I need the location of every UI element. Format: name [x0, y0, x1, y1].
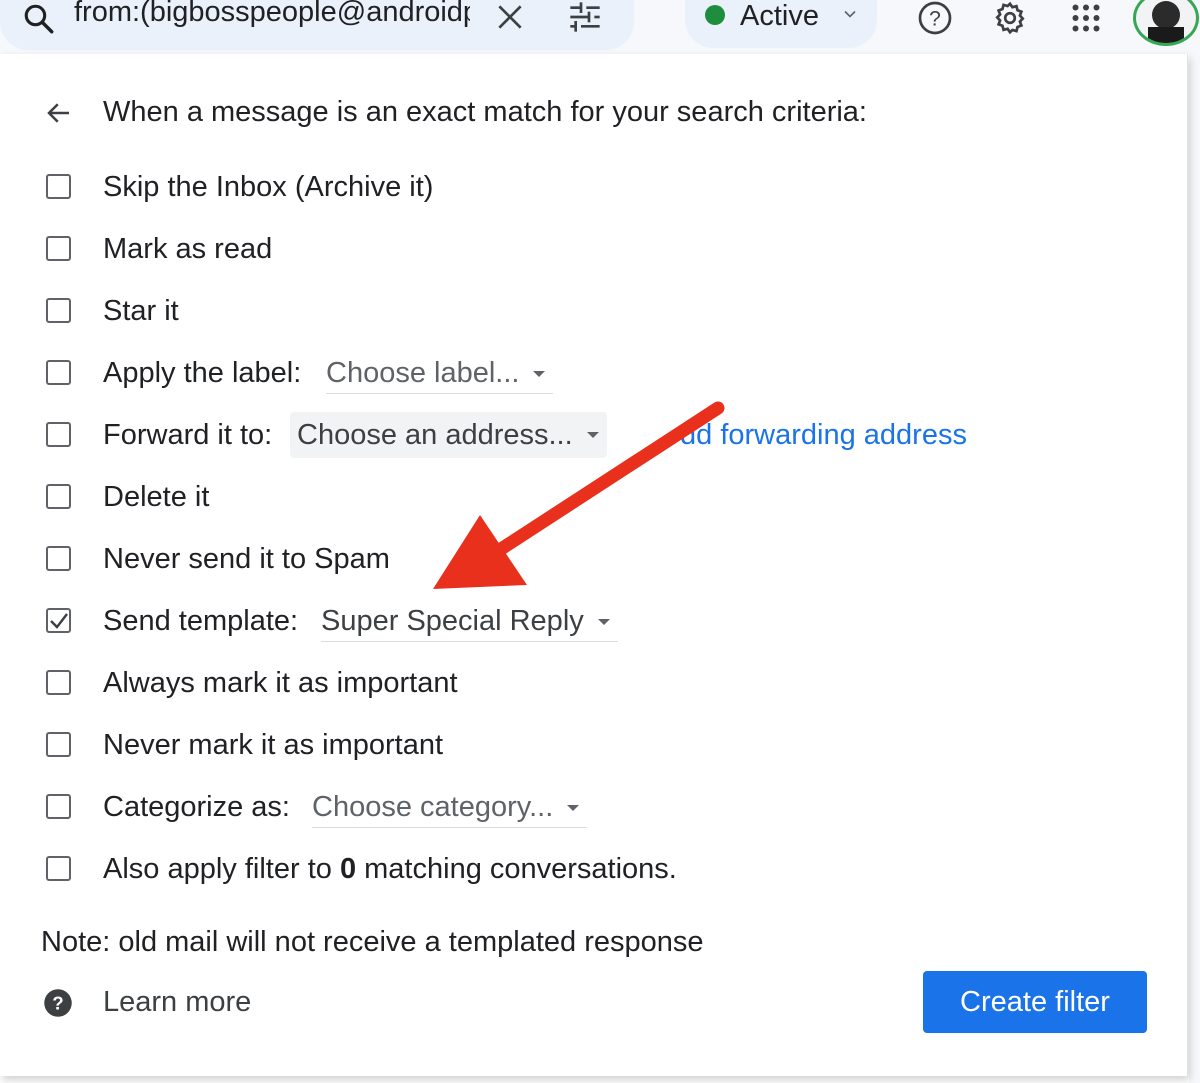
option-mark-as-read: Mark as read	[44, 230, 1044, 270]
help-filled-icon: ?	[44, 989, 72, 1017]
option-label: Star it	[103, 295, 179, 327]
learn-more-link[interactable]: Learn more	[103, 983, 251, 1021]
status-label: Active	[740, 0, 819, 32]
category-dropdown[interactable]: Choose category...	[312, 788, 588, 828]
background-sidebar-edge	[1189, 54, 1200, 1083]
option-categorize: Categorize as: Choose category...	[44, 788, 1044, 828]
forward-address-dropdown[interactable]: Choose an address...	[290, 412, 607, 458]
status-selector[interactable]: Active	[685, 0, 877, 48]
dropdown-value: Super Special Reply	[321, 605, 584, 637]
option-send-template: Send template: Super Special Reply	[44, 602, 1044, 642]
gear-icon[interactable]	[991, 0, 1029, 36]
option-label: Delete it	[103, 481, 210, 513]
apply-suffix: matching conversations.	[356, 853, 677, 885]
check-icon	[50, 613, 68, 629]
option-label: Skip the Inbox (Archive it)	[103, 171, 434, 203]
dropdown-value: Choose category...	[312, 791, 554, 823]
option-label: Also apply filter to 0 matching conversa…	[103, 850, 677, 888]
search-icon[interactable]	[22, 2, 56, 36]
option-label: Never send it to Spam	[103, 543, 390, 575]
avatar-image	[1136, 0, 1196, 43]
option-delete-it: Delete it	[44, 478, 1044, 518]
apply-prefix: Also apply filter to	[103, 853, 340, 885]
matching-count: 0	[339, 853, 357, 885]
option-never-spam: Never send it to Spam	[44, 540, 1044, 580]
option-label: Mark as read	[103, 233, 273, 265]
option-apply-label: Apply the label: Choose label...	[44, 354, 1044, 394]
status-dot-icon	[705, 5, 725, 25]
tune-icon[interactable]	[566, 1, 604, 33]
checkbox-categorize[interactable]	[46, 794, 71, 819]
arrow-back-icon[interactable]	[44, 98, 74, 128]
checkbox-always-important[interactable]	[46, 670, 71, 695]
option-forward: Forward it to: Choose an address... dd f…	[44, 412, 1044, 458]
close-icon[interactable]	[494, 1, 526, 33]
caret-down-icon	[533, 371, 546, 377]
caret-down-icon	[567, 805, 580, 811]
option-label: Always mark it as important	[103, 667, 458, 699]
label-dropdown[interactable]: Choose label...	[326, 354, 554, 394]
option-label: Send template:	[103, 605, 299, 637]
create-filter-button[interactable]: Create filter	[923, 971, 1147, 1033]
checkbox-mark-as-read[interactable]	[46, 236, 71, 261]
checkbox-delete-it[interactable]	[46, 484, 71, 509]
checkbox-never-important[interactable]	[46, 732, 71, 757]
checkbox-star-it[interactable]	[46, 298, 71, 323]
caret-down-icon	[586, 432, 599, 438]
option-never-important: Never mark it as important	[44, 726, 1044, 766]
dropdown-value: Choose an address...	[297, 419, 573, 451]
filter-actions-panel: When a message is an exact match for you…	[0, 54, 1188, 1076]
option-label: Never mark it as important	[103, 729, 444, 761]
svg-text:?: ?	[52, 992, 63, 1013]
option-skip-inbox: Skip the Inbox (Archive it)	[44, 168, 1044, 208]
checkbox-apply-label[interactable]	[46, 360, 71, 385]
search-bar[interactable]: from:(bigbosspeople@androidp	[0, 0, 634, 50]
checkbox-send-template[interactable]	[46, 608, 71, 633]
top-bar: from:(bigbosspeople@androidp Active ?	[0, 0, 1200, 54]
svg-text:?: ?	[929, 8, 941, 31]
template-note: Note: old mail will not receive a templa…	[41, 926, 704, 958]
apps-grid-icon[interactable]	[1067, 0, 1105, 36]
checkbox-forward[interactable]	[46, 422, 71, 447]
option-always-important: Always mark it as important	[44, 664, 1044, 704]
help-icon[interactable]: ?	[916, 0, 954, 36]
option-label: Categorize as:	[103, 791, 290, 823]
option-label: Apply the label:	[103, 357, 302, 389]
template-dropdown[interactable]: Super Special Reply	[321, 602, 618, 642]
filter-heading: When a message is an exact match for you…	[103, 96, 867, 128]
checkbox-never-spam[interactable]	[46, 546, 71, 571]
caret-down-icon	[597, 619, 610, 625]
option-label: Forward it to:	[103, 419, 273, 451]
option-star-it: Star it	[44, 292, 1044, 332]
dropdown-value: Choose label...	[326, 357, 520, 389]
checkbox-skip-inbox[interactable]	[46, 174, 71, 199]
option-apply-existing: Also apply filter to 0 matching conversa…	[44, 850, 1044, 890]
checkbox-apply-existing[interactable]	[46, 856, 71, 881]
add-forwarding-address-link[interactable]: dd forwarding address	[680, 416, 967, 454]
avatar[interactable]	[1133, 0, 1199, 46]
chevron-down-icon	[844, 10, 856, 18]
search-input[interactable]: from:(bigbosspeople@androidp	[74, 0, 470, 30]
